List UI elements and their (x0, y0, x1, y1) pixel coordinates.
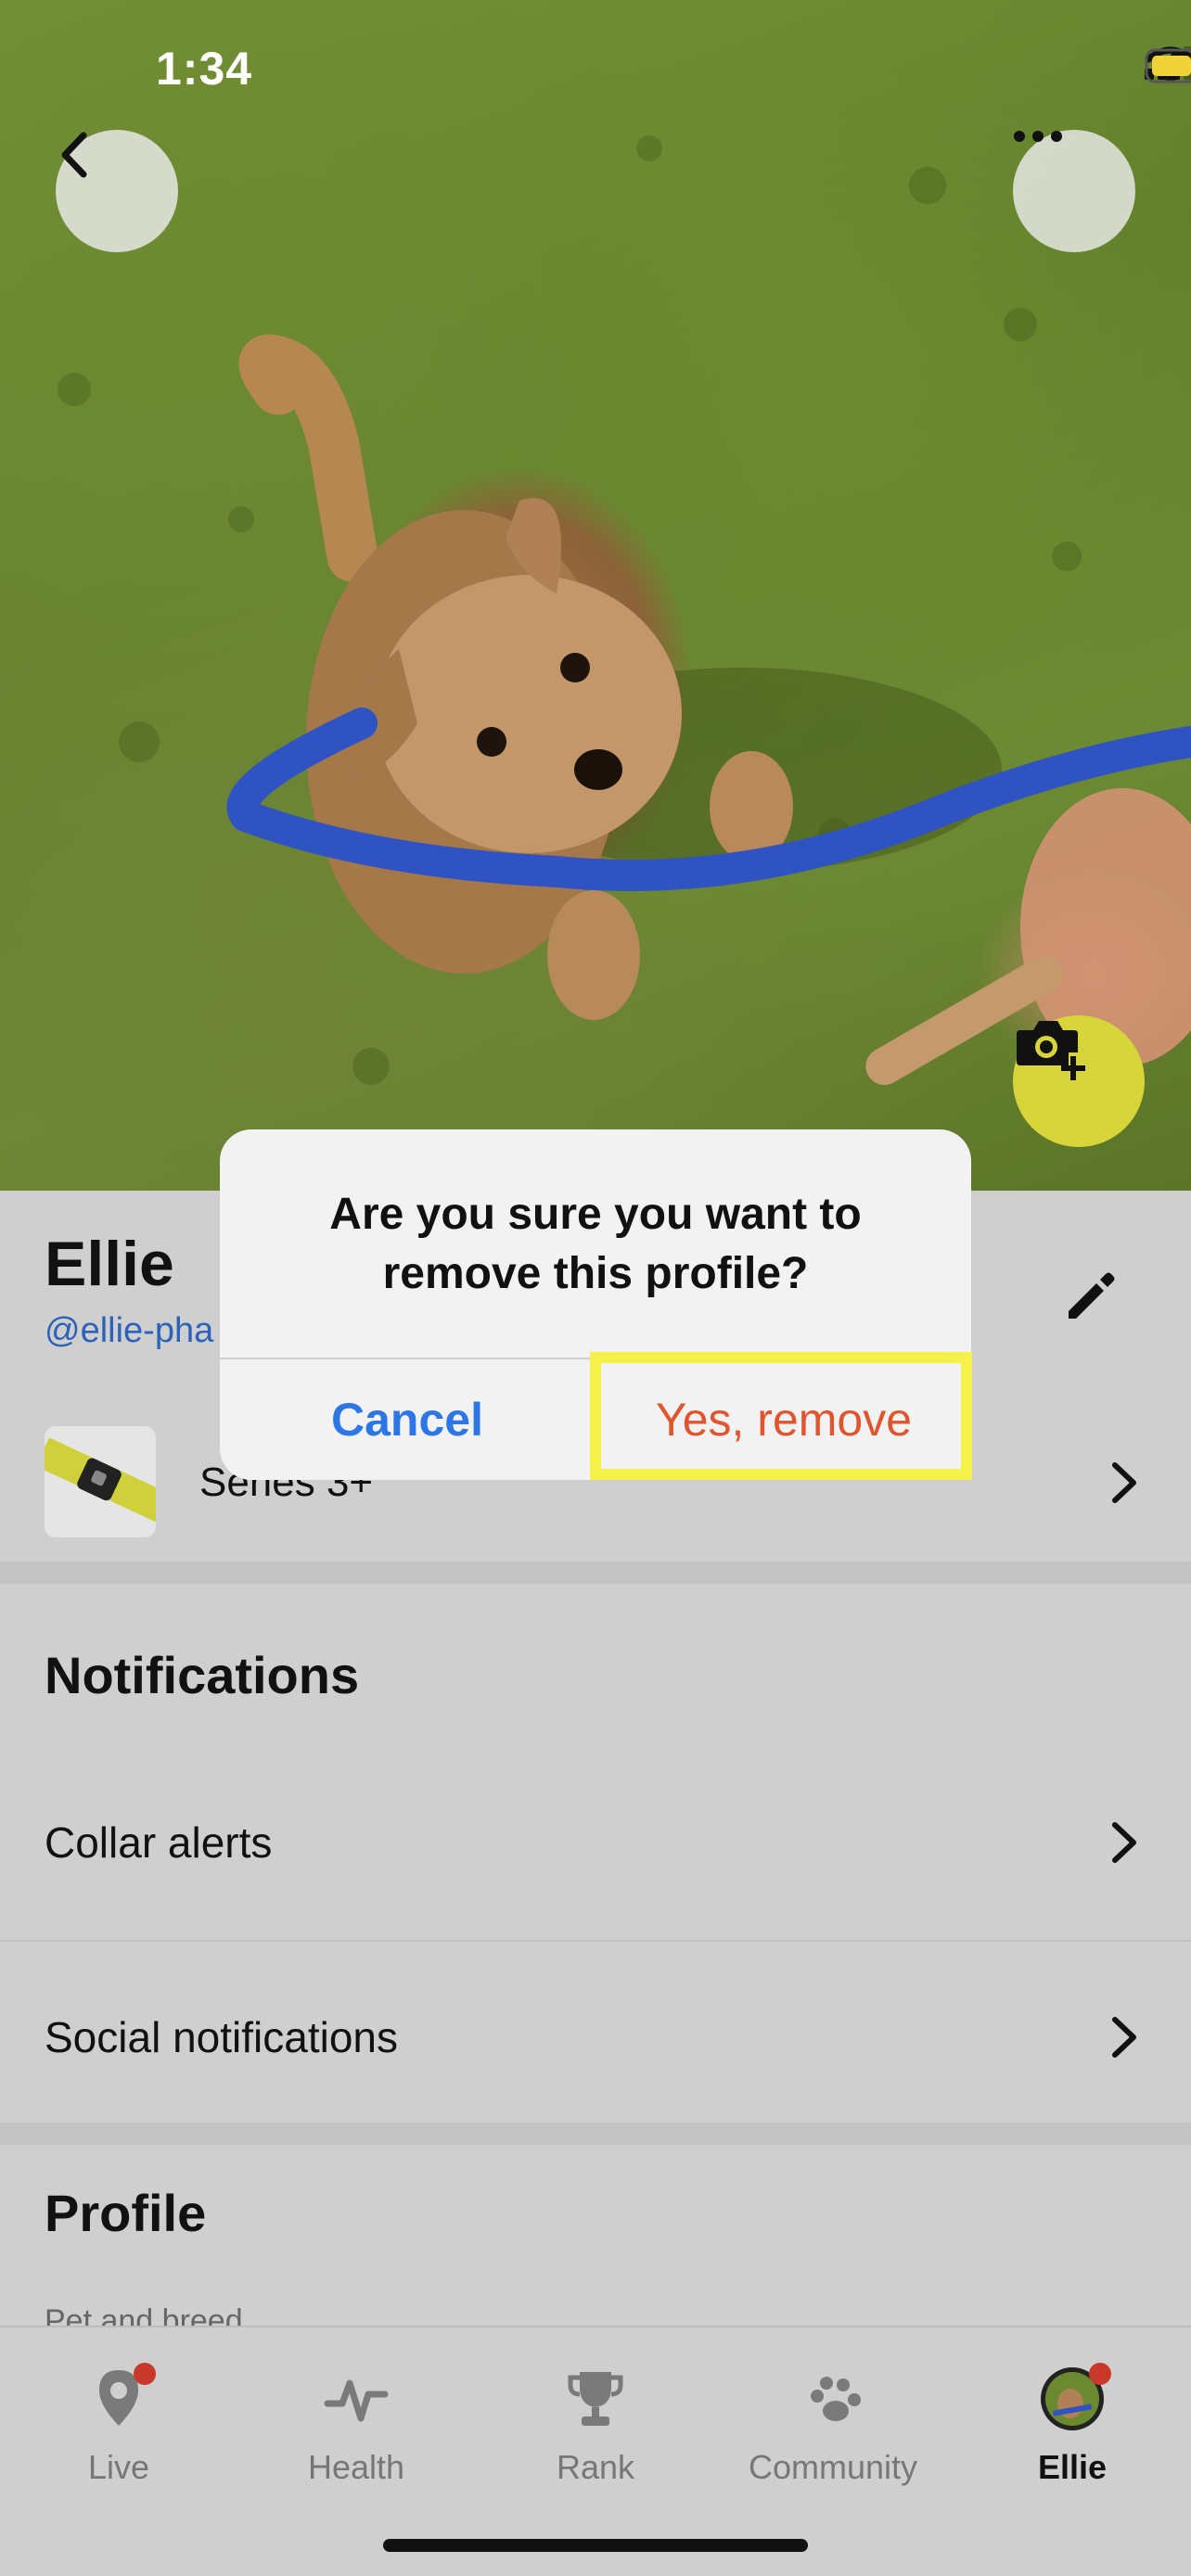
section-divider (0, 1562, 1191, 1584)
tab-community[interactable]: Community (714, 2355, 952, 2494)
tab-ellie[interactable]: Ellie (954, 2355, 1191, 2494)
alert-title: Are you sure you want to remove this pro… (329, 1190, 862, 1298)
trophy-icon (568, 2372, 623, 2426)
edit-pencil-icon[interactable] (1057, 1265, 1122, 1330)
chevron-left-icon (61, 132, 87, 178)
collar-alerts-label: Collar alerts (45, 1818, 273, 1867)
collar-image (45, 1437, 156, 1525)
tab-health-label: Health (307, 2448, 405, 2486)
battery-icon (1145, 48, 1191, 83)
remove-profile-alert: Are you sure you want to remove this pro… (220, 1129, 971, 1480)
social-notifications-row[interactable]: Social notifications (0, 1942, 1191, 2133)
chevron-right-icon (1112, 2017, 1136, 2058)
notification-badge (1089, 2363, 1111, 2385)
tab-community-label: Community (748, 2448, 918, 2486)
tab-rank[interactable]: Rank (477, 2355, 714, 2494)
cancel-button[interactable]: Cancel (220, 1359, 595, 1480)
paw-icon (811, 2377, 861, 2421)
pet-handle[interactable]: @ellie-pha (45, 1311, 213, 1351)
section-divider (0, 2123, 1191, 2145)
tab-live-label: Live (87, 2448, 150, 2486)
collar-alerts-row[interactable]: Collar alerts (0, 1747, 1191, 1938)
pulse-icon (324, 2379, 389, 2422)
back-button[interactable] (56, 130, 178, 252)
tab-ellie-label: Ellie (1037, 2448, 1108, 2486)
home-indicator (383, 2539, 808, 2552)
photo-illustration (58, 135, 1191, 1085)
confirm-remove-button[interactable]: Yes, remove (596, 1359, 971, 1480)
chevron-right-icon (1112, 1822, 1136, 1863)
more-options-button[interactable] (1013, 130, 1135, 252)
profile-title: Profile (45, 2184, 207, 2242)
status-time: 1:34 (156, 43, 253, 95)
pet-name: Ellie (45, 1229, 174, 1299)
notification-badge (134, 2363, 156, 2385)
social-notifications-label: Social notifications (45, 2013, 398, 2061)
tab-live[interactable]: Live (0, 2355, 237, 2494)
camera-plus-icon (1017, 1021, 1085, 1080)
pet-cover-photo: 1:34 (0, 0, 1191, 1191)
status-bar: 1:34 (0, 0, 1191, 139)
chevron-right-icon (1112, 1462, 1136, 1503)
ellipsis-icon (1014, 131, 1062, 142)
collar-thumbnail (45, 1426, 156, 1537)
notifications-title: Notifications (45, 1646, 360, 1704)
tab-health[interactable]: Health (237, 2355, 475, 2494)
add-photo-button[interactable] (1013, 1015, 1145, 1147)
tab-rank-label: Rank (556, 2448, 635, 2486)
